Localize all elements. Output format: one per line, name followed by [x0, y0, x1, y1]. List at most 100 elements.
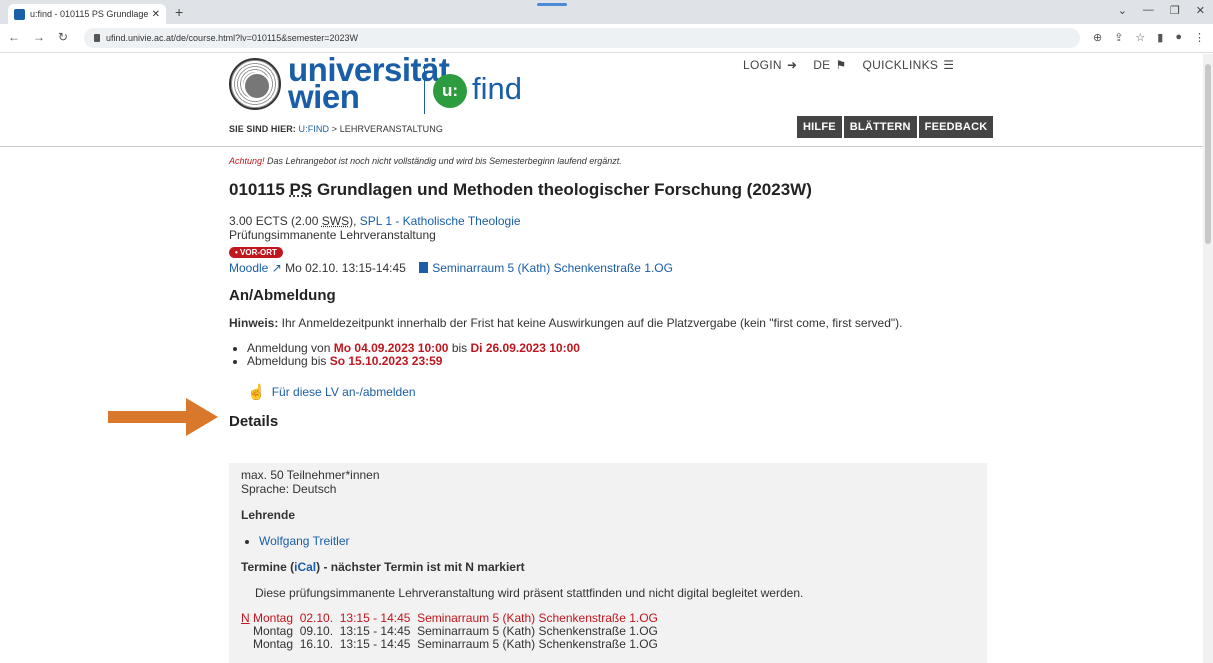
feedback-button[interactable]: FEEDBACK — [918, 116, 994, 138]
lehrende-heading: Lehrende — [241, 508, 296, 522]
back-icon[interactable]: ← — [8, 30, 20, 44]
moodle-link[interactable]: Moodle ↗ — [229, 261, 282, 275]
university-seal-logo[interactable] — [229, 58, 281, 110]
tab-accent-line — [537, 3, 567, 6]
zoom-icon[interactable]: ⊕ — [1093, 31, 1102, 44]
max-participants: max. 50 Teilnehmer*innen — [241, 468, 380, 482]
url-text: ufind.univie.ac.at/de/course.html?lv=010… — [106, 33, 358, 43]
course-type-abbr: PS — [289, 180, 313, 199]
main-content: Achtung! Das Lehrangebot ist noch nicht … — [229, 156, 989, 430]
help-button[interactable]: HILFE — [797, 116, 842, 138]
page-scrollbar[interactable] — [1203, 54, 1213, 663]
first-session-text: Mo 02.10. 13:15-14:45 — [281, 261, 406, 275]
tab-title: u:find - 010115 PS Grundlagen u — [30, 9, 148, 19]
url-field[interactable]: ufind.univie.ac.at/de/course.html?lv=010… — [84, 28, 1080, 48]
login-icon: ➜ — [786, 58, 798, 72]
spl-link[interactable]: SPL 1 - Katholische Theologie — [360, 214, 521, 228]
share-icon[interactable]: ⇪ — [1114, 31, 1123, 44]
pointing-hand-icon: ☝ — [247, 384, 266, 401]
browser-tools: ⊕ ⇪ ☆ ▮ ● ⋮ — [1093, 31, 1205, 44]
university-wordmark[interactable]: universität wien — [288, 53, 450, 113]
tab-search-icon[interactable]: ⌄ — [1118, 4, 1127, 17]
hamburger-icon: ☰ — [943, 58, 955, 72]
close-window-icon[interactable]: ✕ — [1196, 4, 1205, 17]
lecturer-link[interactable]: Wolfgang Treitler — [259, 534, 350, 548]
lecturer-list: Wolfgang Treitler — [259, 534, 975, 548]
abmeldung-to: So 15.10.2023 23:59 — [329, 354, 443, 368]
reload-icon[interactable]: ↻ — [58, 30, 68, 44]
abmeldung-prefix: Abmeldung bis — [247, 354, 330, 368]
nav-buttons: ← → ↻ — [8, 30, 68, 44]
ical-link[interactable]: iCal — [294, 560, 316, 574]
session-text: Montag 16.10. 13:15 - 14:45 Seminarraum … — [253, 637, 658, 651]
breadcrumb-separator: > — [329, 124, 340, 134]
termine-prefix: Termine ( — [241, 560, 295, 574]
login-link[interactable]: LOGIN ➜ — [743, 58, 797, 72]
course-meta: 3.00 ECTS (2.00 SWS), SPL 1 - Katholisch… — [229, 214, 989, 242]
room-link[interactable]: Seminarraum 5 (Kath) Schenkenstraße 1.OG — [432, 261, 673, 275]
details-heading: Details — [229, 413, 279, 430]
top-navigation: LOGIN ➜ DE ⚑ QUICKLINKS ☰ — [743, 58, 954, 72]
new-tab-button[interactable]: + — [175, 4, 183, 20]
quicklinks-link[interactable]: QUICKLINKS ☰ — [863, 58, 955, 72]
bookmark-star-icon[interactable]: ☆ — [1135, 31, 1145, 44]
presence-note: Diese prüfungsimmanente Lehrveranstaltun… — [255, 586, 804, 600]
breadcrumb-home-link[interactable]: U:FIND — [299, 124, 330, 134]
minimize-icon[interactable]: — — [1143, 4, 1154, 17]
termine-heading: Termine (iCal) - nächster Termin ist mit… — [241, 560, 975, 574]
forward-icon[interactable]: → — [33, 30, 45, 44]
breadcrumb: SIE SIND HIER: U:FIND > LEHRVERANSTALTUN… — [229, 124, 443, 134]
course-name: Grundlagen und Methoden theologischer Fo… — [316, 180, 812, 199]
header-button-group: HILFE BLÄTTERN FEEDBACK — [797, 116, 994, 138]
sws-abbr: SWS — [321, 214, 350, 228]
breadcrumb-current: LEHRVERANSTALTUNG — [339, 124, 443, 134]
room-icon — [419, 262, 429, 273]
lock-icon — [94, 34, 100, 42]
notice-warning-word: Achtung! — [229, 156, 265, 166]
browser-tabbar: u:find - 010115 PS Grundlagen u ✕ + ⌄ — … — [0, 0, 1213, 24]
hint-text: Ihr Anmeldezeitpunkt innerhalb der Frist… — [278, 316, 903, 330]
browser-tab[interactable]: u:find - 010115 PS Grundlagen u ✕ — [8, 4, 166, 24]
language-label: DE — [813, 58, 831, 72]
course-title: 010115 PS Grundlagen und Methoden theolo… — [229, 180, 989, 200]
login-label: LOGIN — [743, 58, 782, 72]
flag-icon: ⚑ — [835, 58, 847, 72]
profile-icon[interactable]: ● — [1175, 31, 1182, 44]
quicklinks-label: QUICKLINKS — [862, 58, 939, 72]
ufind-logo-badge[interactable]: u: — [433, 74, 467, 108]
termine-suffix: ) - nächster Termin ist mit N markiert — [316, 560, 525, 574]
ects-line: 3.00 ECTS (2.00 SWS), SPL 1 - Katholisch… — [229, 214, 989, 228]
session-text: Montag 02.10. 13:15 - 14:45 Seminarraum … — [253, 611, 658, 625]
notice-body: Das Lehrangebot ist noch nicht vollständ… — [264, 156, 622, 166]
favicon-icon — [14, 8, 25, 20]
anmeldung-prefix: Anmeldung von — [247, 341, 334, 355]
anmeldung-to: Di 26.09.2023 10:00 — [470, 341, 580, 355]
register-action[interactable]: ☝ Für diese LV an-/abmelden — [247, 383, 989, 401]
course-kind: Prüfungsimmanente Lehrveranstaltung — [229, 228, 436, 242]
sidepanel-icon[interactable]: ▮ — [1157, 31, 1163, 44]
ects-close: ), — [349, 214, 357, 228]
address-bar-row: ← → ↻ ufind.univie.ac.at/de/course.html?… — [0, 24, 1213, 53]
logo-divider — [424, 64, 425, 114]
sessions-list: N Montag 02.10. 13:15 - 14:45 Seminarraum… — [241, 612, 975, 651]
restore-icon[interactable]: ❐ — [1170, 4, 1180, 17]
abmeldung-item: Abmeldung bis So 15.10.2023 23:59 — [247, 355, 989, 368]
ects-text: 3.00 ECTS (2.00 — [229, 214, 319, 228]
ufind-logo-text[interactable]: find — [472, 71, 522, 107]
scrollbar-thumb[interactable] — [1205, 64, 1211, 244]
tab-close-icon[interactable]: ✕ — [152, 9, 160, 20]
details-box: max. 50 Teilnehmer*innen Sprache: Deutsc… — [229, 463, 987, 663]
anmeldung-mid: bis — [448, 341, 471, 355]
session-row: Montag 16.10. 13:15 - 14:45 Seminarraum … — [241, 638, 975, 651]
language-link[interactable]: DE ⚑ — [813, 58, 846, 72]
browse-button[interactable]: BLÄTTERN — [843, 116, 917, 138]
language-info: Sprache: Deutsch — [241, 482, 337, 496]
registration-hint: Hinweis: Ihr Anmeldezeitpunkt innerhalb … — [229, 316, 989, 330]
vor-ort-badge: • VOR-ORT — [229, 247, 283, 258]
lecturer-item: Wolfgang Treitler — [259, 534, 975, 548]
session-text: Montag 09.10. 13:15 - 14:45 Seminarraum … — [253, 624, 658, 638]
menu-icon[interactable]: ⋮ — [1194, 31, 1205, 44]
breadcrumb-label: SIE SIND HIER: — [229, 124, 296, 134]
register-link[interactable]: Für diese LV an-/abmelden — [272, 385, 416, 399]
header-separator — [0, 146, 1213, 147]
